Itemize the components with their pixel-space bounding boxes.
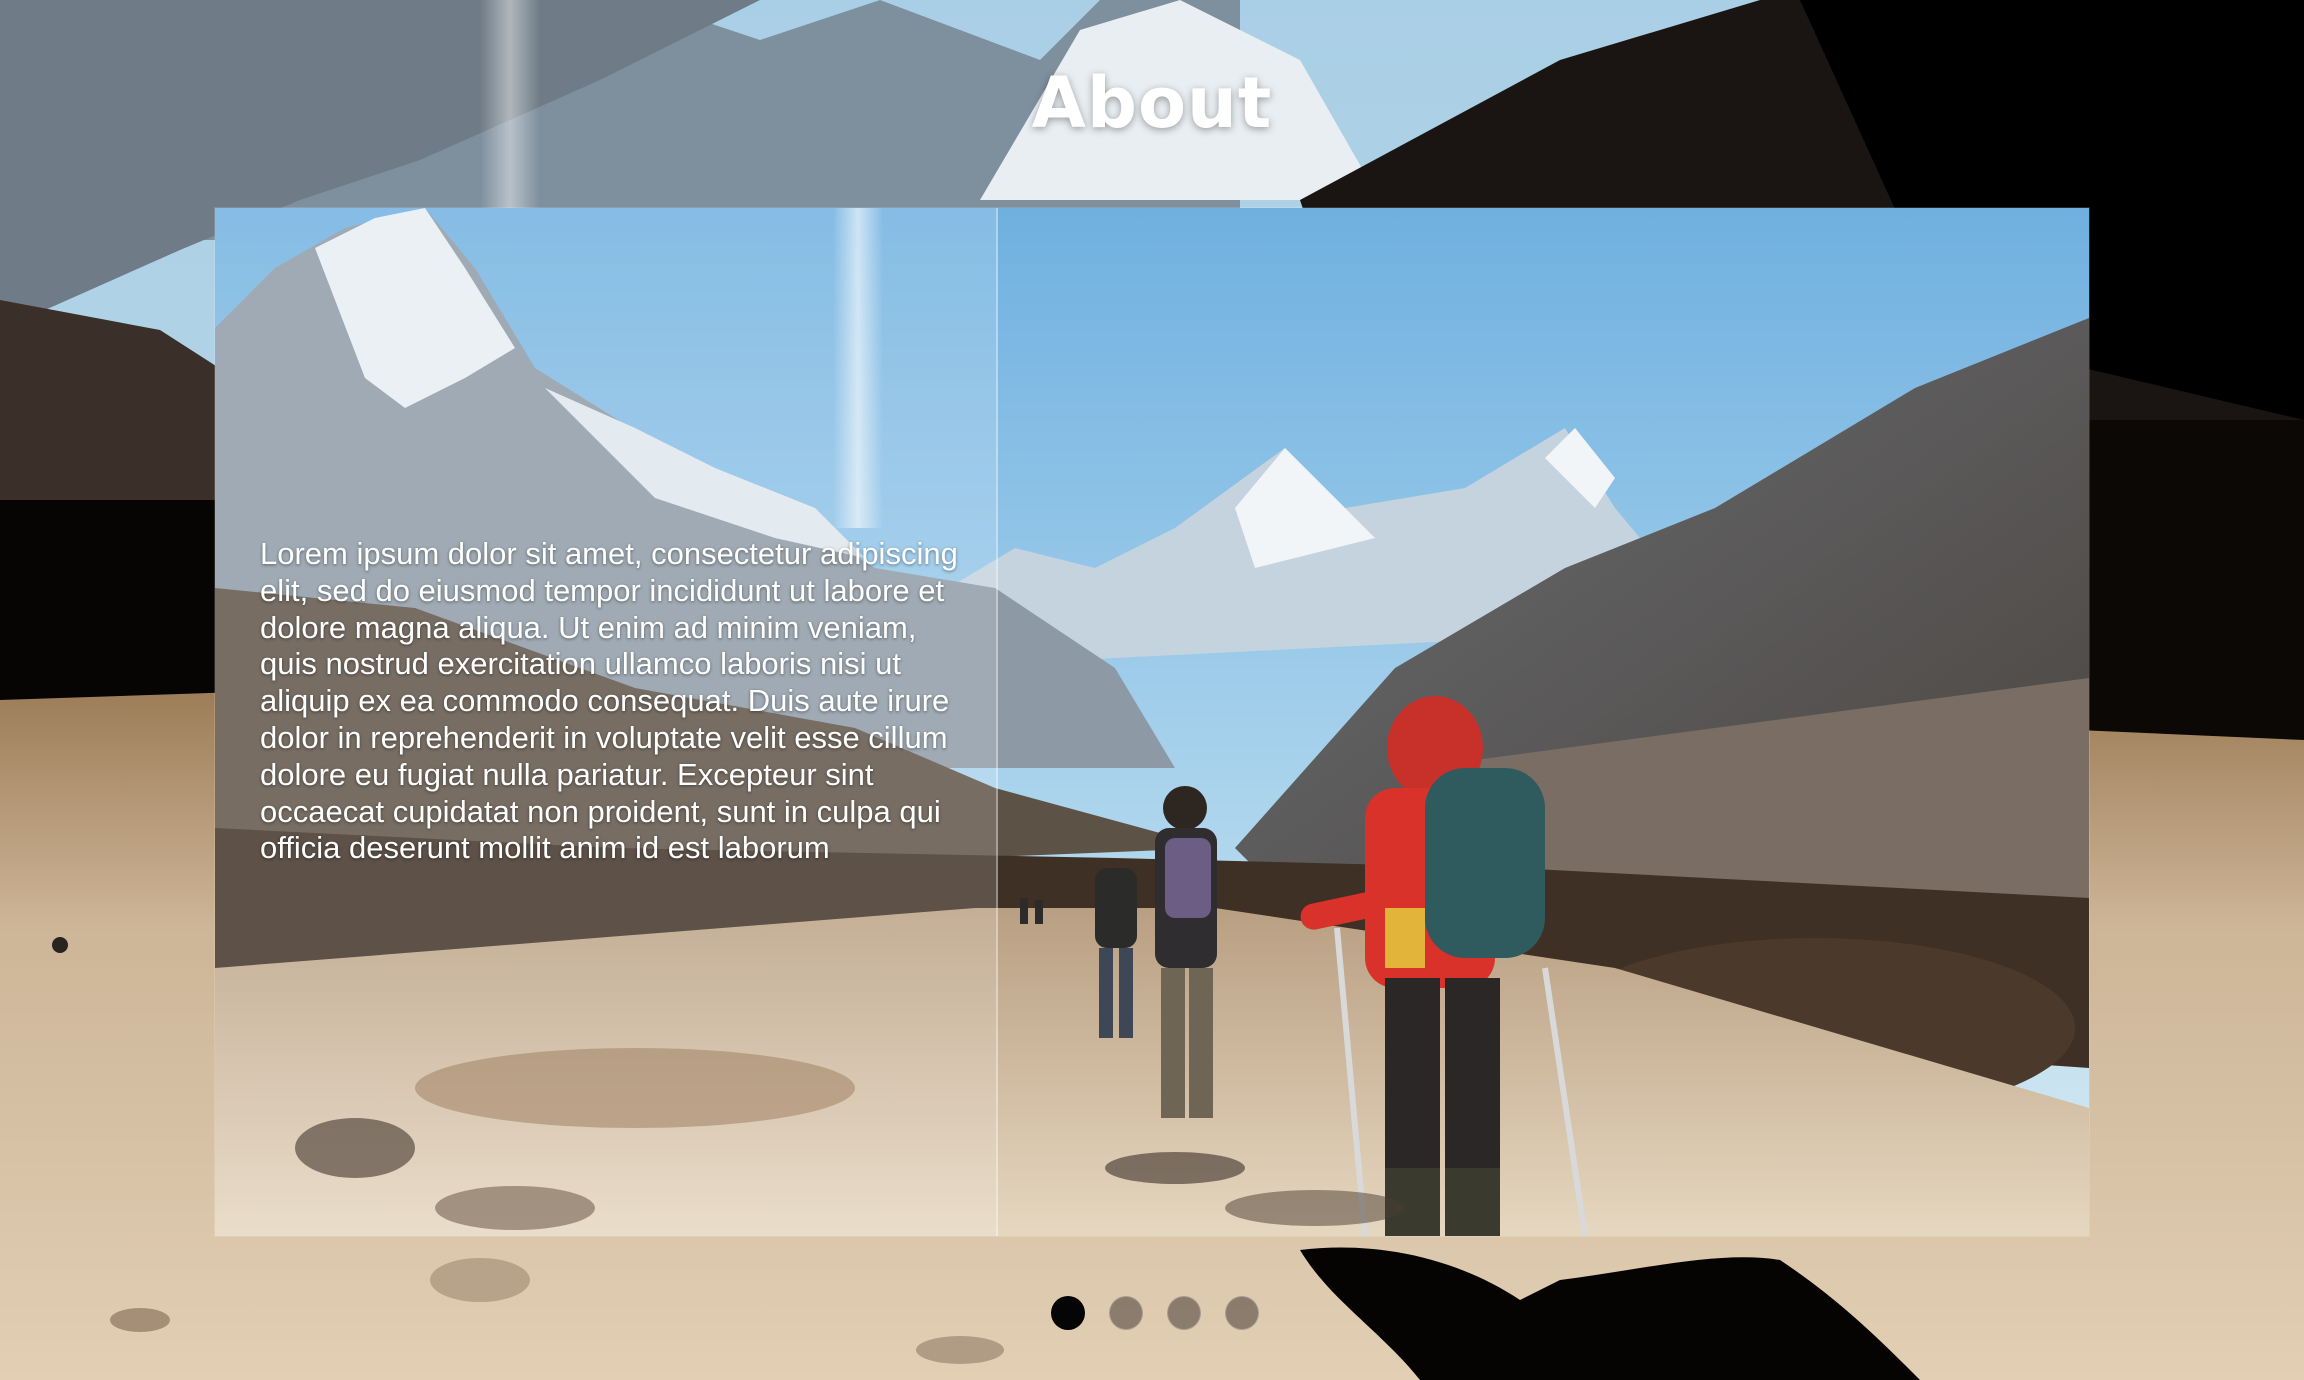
carousel-dot-3[interactable] xyxy=(1167,1296,1201,1330)
about-body-text: Lorem ipsum dolor sit amet, consectetur … xyxy=(260,536,958,866)
about-page: About Lorem ipsum dolor sit amet, consec… xyxy=(0,0,2304,1380)
page-title: About xyxy=(1031,62,1273,144)
carousel-dot-4[interactable] xyxy=(1225,1296,1259,1330)
about-card: Lorem ipsum dolor sit amet, consectetur … xyxy=(215,208,2089,1236)
carousel-pagination xyxy=(1051,1296,1259,1330)
about-text-panel: Lorem ipsum dolor sit amet, consectetur … xyxy=(215,208,998,1236)
carousel-dot-1[interactable] xyxy=(1051,1296,1085,1330)
carousel-dot-2[interactable] xyxy=(1109,1296,1143,1330)
